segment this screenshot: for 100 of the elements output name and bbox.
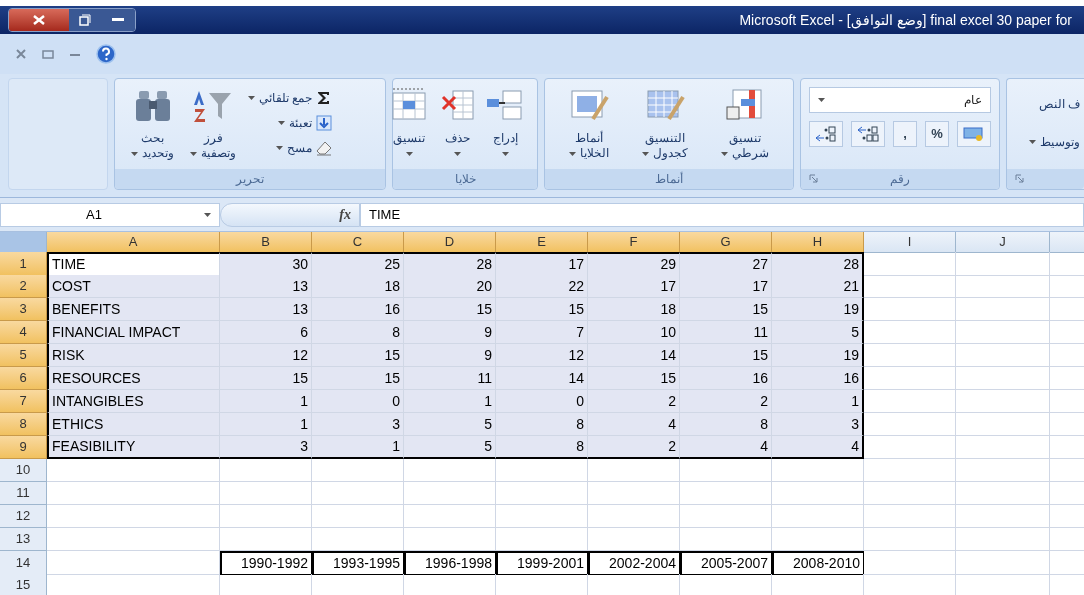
insert-function-button[interactable]: fx	[220, 202, 360, 227]
column-header[interactable]: A	[47, 232, 220, 253]
table-cell: 3	[220, 436, 312, 459]
caret-icon	[642, 151, 649, 156]
table-cell: 15	[312, 344, 404, 367]
ribbon-small-button[interactable]: تعبئة	[248, 112, 333, 134]
restore-icon[interactable]	[42, 49, 54, 59]
row-header[interactable]: 4	[0, 321, 47, 344]
ribbon-button[interactable]: أنماط الخلايا	[565, 83, 614, 161]
name-box[interactable]: A1	[0, 202, 220, 227]
number-format-button[interactable]	[957, 121, 991, 147]
restore-button[interactable]	[69, 9, 101, 31]
row-header[interactable]: 9	[0, 436, 47, 459]
ribbon-button[interactable]: فرز وتصفية	[186, 83, 240, 161]
ribbon-button[interactable]: التنسيق كجدول	[638, 83, 692, 161]
ribbon-small-button[interactable]: ف النص	[1007, 95, 1080, 113]
row-header[interactable]: 15	[0, 574, 47, 595]
table-cell: 20	[404, 275, 496, 298]
number-format-button[interactable]	[851, 121, 885, 147]
column-header[interactable]: J	[956, 232, 1050, 253]
minimize-icon	[112, 18, 124, 22]
table-cell: 15	[312, 367, 404, 390]
close-icon	[33, 15, 45, 25]
column-header[interactable]: G	[680, 232, 772, 253]
table-cell: 18	[312, 275, 404, 298]
close-icon[interactable]	[16, 49, 26, 59]
row-header[interactable]: 5	[0, 344, 47, 367]
ribbon-small-button[interactable]: وتوسيط	[1007, 133, 1080, 151]
table-cell: 1	[404, 390, 496, 413]
cell-format-icon	[389, 87, 429, 123]
table-cell: 1	[220, 413, 312, 436]
ribbon-small-button[interactable]: جمع تلقائي	[248, 87, 333, 109]
table-cell: 15	[404, 298, 496, 321]
table-cell: 16	[680, 367, 772, 390]
table-cell: FEASIBILITY	[47, 436, 220, 459]
column-header[interactable]	[1050, 232, 1084, 253]
caret-icon	[248, 96, 255, 100]
row-header[interactable]: 6	[0, 367, 47, 390]
column-header[interactable]: H	[772, 232, 864, 253]
table-cell: 12	[220, 344, 312, 367]
minimize-button[interactable]	[101, 9, 135, 31]
column-header[interactable]: B	[220, 232, 312, 253]
row-header[interactable]: 13	[0, 528, 47, 551]
column-header[interactable]: I	[864, 232, 956, 253]
table-cell: 1990-1992	[220, 551, 312, 575]
table-cell: 17	[496, 252, 588, 276]
ribbon-button[interactable]: إدراج	[481, 83, 529, 161]
row-header[interactable]: 14	[0, 551, 47, 575]
table-cell: 5	[404, 413, 496, 436]
table-cell: 3	[772, 413, 864, 436]
number-format-button[interactable]	[809, 121, 843, 147]
row-header[interactable]: 12	[0, 505, 47, 528]
table-cell: 15	[680, 298, 772, 321]
row-header[interactable]: 2	[0, 275, 47, 298]
row-header[interactable]: 7	[0, 390, 47, 413]
table-cell: 5	[772, 321, 864, 344]
ribbon-button[interactable]: حذف	[433, 83, 481, 161]
decrease-decimal-icon	[814, 126, 838, 142]
table-cell: 3	[312, 413, 404, 436]
help-icon[interactable]	[96, 44, 116, 64]
close-button[interactable]	[9, 9, 69, 31]
row-header[interactable]: 11	[0, 482, 47, 505]
table-cell: 9	[404, 344, 496, 367]
ribbon-button[interactable]: بحث وتحديد	[127, 83, 178, 161]
column-header[interactable]: C	[312, 232, 404, 253]
row-header[interactable]: 1	[0, 252, 47, 276]
table-cell: 19	[772, 298, 864, 321]
row-header[interactable]: 3	[0, 298, 47, 321]
caret-icon	[190, 151, 197, 156]
dialog-launcher-icon[interactable]	[1015, 174, 1024, 183]
minimize-icon[interactable]	[70, 52, 80, 56]
number-format-button[interactable]: ,	[893, 121, 917, 147]
column-header[interactable]: E	[496, 232, 588, 253]
table-cell: 8	[680, 413, 772, 436]
column-header[interactable]: F	[588, 232, 680, 253]
caret-icon	[405, 151, 413, 156]
table-cell: 28	[772, 252, 864, 276]
table-cell: 0	[496, 390, 588, 413]
table-cell: 15	[680, 344, 772, 367]
row-header[interactable]: 10	[0, 459, 47, 482]
number-format-dropdown[interactable]: عام	[809, 87, 991, 113]
ribbon-button[interactable]: تنسيق	[385, 83, 433, 161]
table-cell: 11	[680, 321, 772, 344]
window-title: Microsoft Excel - [وضع التوافق] final excel 30 paper for	[739, 10, 1072, 31]
number-format-button[interactable]: %	[925, 121, 949, 147]
table-cell: 15	[496, 298, 588, 321]
table-cell: 8	[496, 436, 588, 459]
caret-icon	[278, 121, 286, 125]
caret-icon	[1029, 140, 1036, 144]
column-header[interactable]: D	[404, 232, 496, 253]
table-cell: 18	[588, 298, 680, 321]
formula-field[interactable]: TIME	[360, 202, 1084, 227]
ribbon-button[interactable]: تنسيق شرطي	[716, 83, 773, 161]
select-all-button[interactable]	[0, 232, 47, 253]
table-cell: 29	[588, 252, 680, 276]
caret-icon	[501, 151, 509, 156]
ribbon-small-button[interactable]: مسح	[248, 137, 333, 159]
dialog-launcher-icon[interactable]	[809, 174, 818, 183]
row-header[interactable]: 8	[0, 413, 47, 436]
table-cell: RISK	[47, 344, 220, 367]
